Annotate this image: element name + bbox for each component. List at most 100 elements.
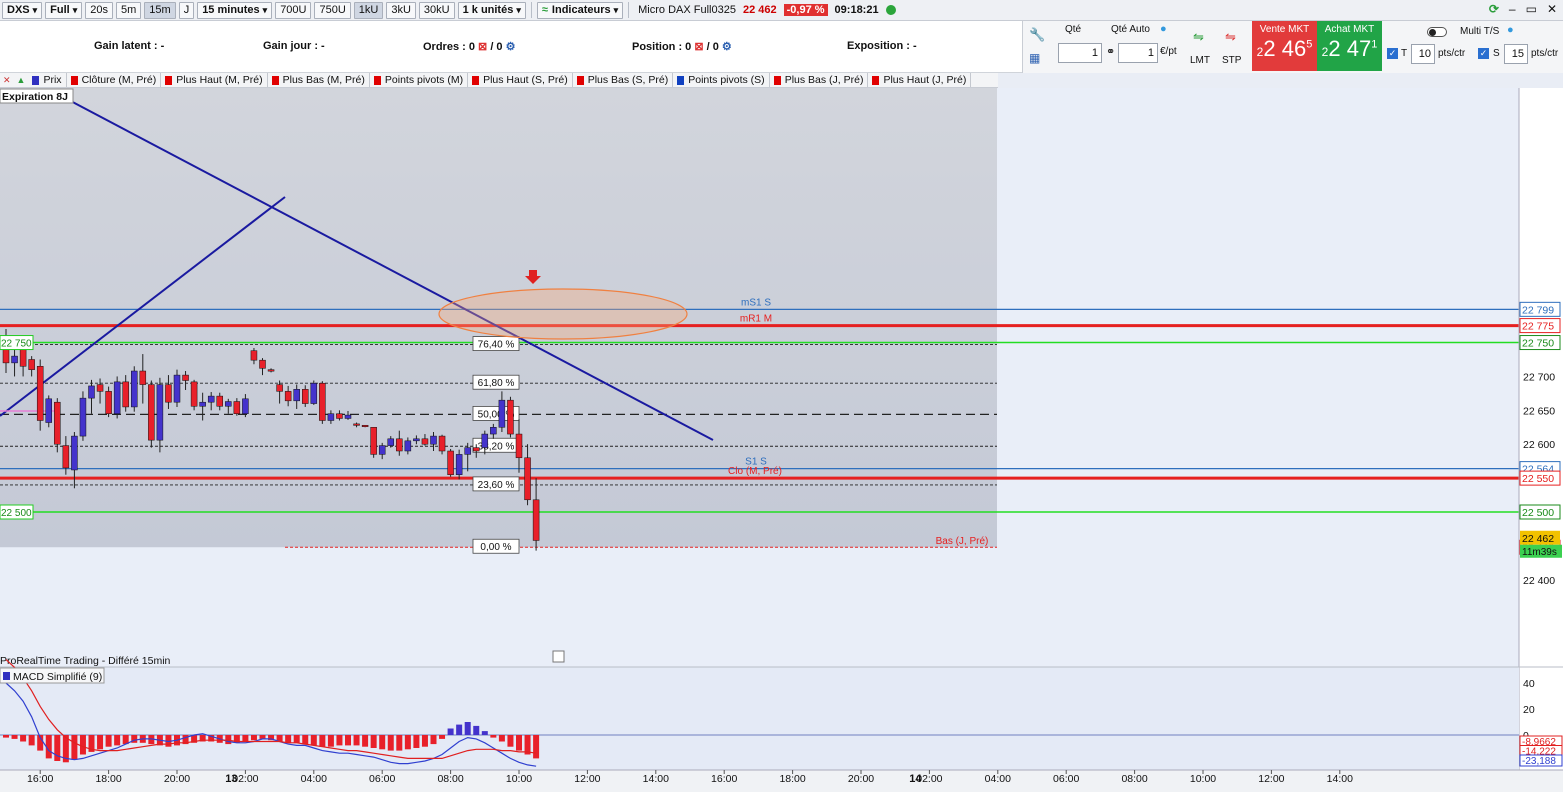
- gain-latent: Gain latent : -: [94, 40, 165, 52]
- candle-body: [19, 349, 27, 367]
- qty-label: Qté: [1065, 24, 1082, 35]
- info-icon: [552, 650, 565, 663]
- keyboard-icon[interactable]: ▦: [1029, 51, 1040, 65]
- qty-input[interactable]: 1: [1058, 43, 1102, 63]
- period-button-daily[interactable]: J: [178, 1, 195, 19]
- candle-body: [310, 382, 318, 404]
- stop-order-icon[interactable]: ⇋: [1225, 29, 1236, 45]
- candle-body: [515, 433, 523, 459]
- right-axis-panel: [1519, 88, 1563, 788]
- macd-histogram-bar: [268, 735, 275, 741]
- stp-button[interactable]: STP: [1222, 55, 1241, 66]
- x-tick-label: 10:00: [1190, 773, 1216, 785]
- unit-button-1ku[interactable]: 1kU: [353, 1, 384, 19]
- period-button-5m[interactable]: 5m: [116, 1, 142, 19]
- legend-close-icon[interactable]: ✕: [0, 75, 14, 86]
- expiration-label: Expiration 8J: [2, 91, 68, 103]
- x-tick-label: 06:00: [1053, 773, 1079, 785]
- macd-swatch: [3, 672, 10, 680]
- fib-label-box: [472, 476, 520, 492]
- qty-auto-input[interactable]: 1: [1118, 43, 1158, 63]
- macd-histogram-bar: [182, 735, 189, 745]
- orange-ellipse-annotation: [438, 288, 688, 340]
- multi-ts-info-icon[interactable]: ●: [1507, 24, 1514, 36]
- macd-histogram-bar: [524, 735, 531, 755]
- legend-item-plus-haut-s[interactable]: Plus Haut (S, Pré): [468, 73, 573, 87]
- unit-button-30ku[interactable]: 30kU: [418, 1, 455, 19]
- x-tick-label: 02:00: [232, 773, 258, 785]
- candle-body: [524, 457, 531, 501]
- price-level-tag: 22 750: [1522, 338, 1554, 350]
- trendline-down: [64, 97, 714, 441]
- x-day-label: 14: [909, 773, 922, 785]
- close-position-icon[interactable]: ⊠: [694, 41, 703, 53]
- legend-item-cloture-m[interactable]: Clôture (M, Pré): [67, 73, 162, 87]
- x-tick-label: 10:00: [506, 773, 532, 785]
- position-count[interactable]: Position : 0 ⊠ / 0 ⚙: [632, 40, 732, 53]
- limit-order-icon[interactable]: ⇋: [1193, 29, 1204, 45]
- macd-histogram-bar: [456, 724, 463, 735]
- s-input[interactable]: 15: [1504, 44, 1528, 64]
- candle-body: [498, 399, 506, 428]
- macd-histogram-bar: [490, 735, 497, 738]
- candle-body: [105, 391, 112, 414]
- macd-histogram-bar: [250, 735, 257, 741]
- x-tick-label: 04:00: [301, 773, 327, 785]
- wrench-icon[interactable]: 🔧: [1029, 27, 1045, 43]
- t-label: T: [1401, 48, 1408, 59]
- candle-body: [532, 499, 540, 541]
- legend-item-plus-haut-m[interactable]: Plus Haut (M, Pré): [161, 73, 268, 87]
- link-icon[interactable]: ⚭: [1106, 45, 1115, 58]
- symbol-selector[interactable]: DXS: [2, 1, 43, 19]
- price-chart[interactable]: mS1 S mR1 M S1 SClo (M, Pré) Bas (J, Pré) 76…: [0, 0, 1563, 792]
- close-icon[interactable]: ✕: [1547, 2, 1557, 16]
- sell-market-button[interactable]: Vente MKT 22 465: [1252, 21, 1317, 71]
- position-settings-icon[interactable]: ⚙: [722, 41, 732, 53]
- x-tick-label: 04:00: [985, 773, 1011, 785]
- legend-item-plus-haut-j[interactable]: Plus Haut (J, Pré): [868, 73, 972, 87]
- period-button-20s[interactable]: 20s: [85, 1, 113, 19]
- candle-body: [28, 359, 35, 370]
- macd-histogram-bar: [276, 735, 283, 742]
- legend-swatch: [472, 75, 480, 85]
- t-checkbox[interactable]: ✓: [1387, 48, 1398, 59]
- fib-label-box: [472, 374, 520, 390]
- y-tick-label: 22 500: [1523, 507, 1555, 519]
- maximize-icon[interactable]: ▭: [1526, 2, 1537, 16]
- multi-ts-toggle[interactable]: [1427, 27, 1447, 37]
- unit-button-750u[interactable]: 750U: [314, 1, 351, 19]
- macd-histogram-bar: [464, 722, 471, 735]
- indicators-button[interactable]: ≈ Indicateurs: [536, 1, 624, 19]
- candle-body: [336, 413, 343, 419]
- t-unit-label: pts/ctr: [1438, 48, 1466, 59]
- price-level-tag-box: [1519, 470, 1561, 486]
- period-button-15m[interactable]: 15m: [144, 1, 176, 19]
- orders-settings-icon[interactable]: ⚙: [506, 41, 516, 53]
- legend-up-icon[interactable]: ▲: [14, 75, 29, 85]
- unit-button-700u[interactable]: 700U: [275, 1, 312, 19]
- t-input[interactable]: 10: [1411, 44, 1435, 64]
- macd-value-tag-box: [1519, 735, 1563, 748]
- x-tick-label: 20:00: [164, 773, 190, 785]
- unit-button-3ku[interactable]: 3kU: [386, 1, 416, 19]
- macd-y-tick: 0: [1523, 730, 1529, 742]
- price-level-tag-box: [1519, 539, 1561, 555]
- orders-count[interactable]: Ordres : 0 ⊠ / 0 ⚙: [423, 40, 515, 53]
- legend-item-plus-bas-j[interactable]: Plus Bas (J, Pré): [770, 73, 869, 87]
- legend-item-prix[interactable]: Prix: [28, 73, 67, 87]
- timeframe-selector[interactable]: 15 minutes: [197, 1, 273, 19]
- minimize-icon[interactable]: ‒: [1509, 2, 1516, 16]
- buy-market-button[interactable]: Achat MKT 22 471: [1317, 21, 1382, 71]
- legend-swatch: [32, 75, 40, 85]
- legend-item-plus-bas-s[interactable]: Plus Bas (S, Pré): [573, 73, 674, 87]
- mode-selector[interactable]: Full: [45, 1, 83, 19]
- legend-item-points-pivots-m[interactable]: Points pivots (M): [370, 73, 469, 87]
- lmt-button[interactable]: LMT: [1190, 55, 1210, 66]
- unit-count-selector[interactable]: 1 k unités: [457, 1, 526, 19]
- info-bubble-icon[interactable]: ●: [1160, 23, 1167, 35]
- legend-item-points-pivots-s[interactable]: Points pivots (S): [673, 73, 770, 87]
- cancel-orders-icon[interactable]: ⊠: [478, 41, 487, 53]
- legend-item-plus-bas-m[interactable]: Plus Bas (M, Pré): [268, 73, 370, 87]
- s-checkbox[interactable]: ✓: [1478, 48, 1489, 59]
- macd-histogram-bar: [533, 735, 540, 759]
